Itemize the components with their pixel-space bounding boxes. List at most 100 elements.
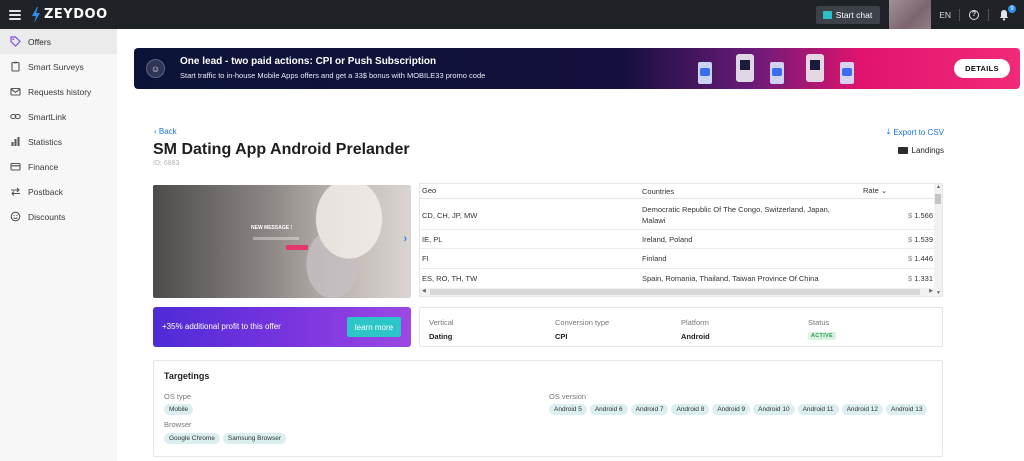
currency-symbol: $ [908, 274, 913, 283]
column-header-geo[interactable]: Geo [422, 186, 436, 195]
sidebar-item-smart-surveys[interactable]: Smart Surveys [0, 54, 117, 79]
sidebar-item-label: SmartLink [28, 111, 67, 122]
scroll-up-arrow[interactable]: ▲ [936, 184, 941, 190]
chip-os-version: Android 8 [671, 404, 710, 415]
chip-os-version: Android 5 [549, 404, 587, 415]
sidebar-item-finance[interactable]: Finance [0, 154, 117, 179]
smile-icon [10, 211, 21, 222]
chip-os-version: Android 13 [886, 404, 928, 415]
promo-banner[interactable]: ☺ One lead - two paid actions: CPI or Pu… [134, 48, 1020, 89]
link-icon [10, 111, 21, 122]
table-row: IE, PL Ireland, Poland $1.539 [420, 230, 935, 249]
export-csv-link[interactable]: ⤓ Export to CSV [887, 127, 944, 137]
swap-icon [10, 186, 21, 197]
sort-chevron-icon: ⌄ [880, 186, 888, 195]
os-version-label: OS version [549, 392, 587, 401]
os-type-label: OS type [164, 392, 192, 401]
divider [988, 8, 989, 21]
chip-os-version: Android 11 [797, 404, 839, 415]
rate-header-label: Rate [863, 186, 879, 195]
logo[interactable]: ZEYDOO [31, 6, 108, 23]
conversion-type-value: CPI [555, 332, 568, 341]
help-icon[interactable]: ? [969, 9, 979, 20]
chip-os-type: Mobile [164, 404, 194, 415]
cell-countries: Spain, Romania, Thailand, Taiwan Provinc… [642, 274, 819, 283]
browser-chips: Google Chrome Samsung Browser [164, 433, 286, 444]
chip-browser: Samsung Browser [222, 433, 286, 444]
banner-illustration [698, 54, 854, 84]
sidebar-item-label: Finance [28, 161, 59, 172]
conversion-type-field: Conversion type CPI [555, 318, 609, 341]
details-button[interactable]: DETAILS [954, 59, 1010, 78]
cell-rate: $1.446 [908, 254, 933, 263]
preview-message-line [253, 237, 299, 240]
sidebar-item-offers[interactable]: Offers [0, 29, 117, 54]
targetings-card: Targetings OS type Mobile Browser Google… [153, 360, 943, 457]
status-badge: ACTIVE [808, 332, 836, 340]
back-link[interactable]: ‹ Back [154, 127, 177, 136]
clipboard-icon [10, 61, 21, 72]
language-selector[interactable]: EN [939, 10, 951, 20]
avatar[interactable] [889, 0, 932, 29]
os-type-chips: Mobile [164, 404, 194, 415]
column-header-rate[interactable]: Rate ⌄ [863, 186, 887, 195]
sidebar-item-label: Offers [28, 36, 51, 47]
notifications-button[interactable]: 9 [998, 4, 1016, 21]
robot-icon: ☺ [146, 59, 165, 78]
sidebar-item-statistics[interactable]: Statistics [0, 129, 117, 154]
promo-text: +35% additional profit to this offer [162, 322, 281, 331]
scroll-left-arrow[interactable]: ◀ [422, 288, 426, 294]
rate-value: 1.539 [914, 235, 933, 244]
chip-os-version: Android 7 [630, 404, 669, 415]
profit-promo-card: +35% additional profit to this offer lea… [153, 307, 411, 347]
cell-rate: $1.539 [908, 235, 933, 244]
scroll-right-arrow[interactable]: ▶ [929, 288, 933, 294]
currency-symbol: $ [908, 254, 913, 263]
targetings-title: Targetings [164, 371, 210, 381]
landings-label: Landings [911, 146, 944, 155]
platform-value: Android [681, 332, 710, 341]
table-row: CD, CH, JP, MW Democratic Republic Of Th… [420, 200, 935, 230]
currency-symbol: $ [908, 211, 913, 220]
cell-countries: Ireland, Poland [642, 235, 693, 244]
vertical-scrollbar[interactable]: ▲ ▼ [934, 184, 942, 296]
scrollbar-thumb[interactable] [935, 194, 941, 204]
scrollbar-thumb[interactable] [430, 289, 920, 295]
next-slide-icon[interactable]: › [403, 233, 407, 245]
learn-more-button[interactable]: learn more [347, 317, 401, 337]
chip-os-version: Android 12 [841, 404, 884, 415]
table-header: Geo Countries Rate ⌄ [420, 184, 935, 199]
sidebar-item-label: Postback [28, 186, 63, 197]
vertical-label: Vertical [429, 318, 454, 327]
landings-button[interactable]: Landings [897, 146, 944, 155]
bolt-icon [32, 6, 40, 23]
banner-subtitle: Start traffic to in-house Mobile Apps of… [180, 71, 486, 80]
chat-icon [822, 10, 832, 19]
logo-text: ZEYDOO [44, 7, 108, 22]
top-bar: ZEYDOO Start chat EN ? 9 [0, 0, 1024, 29]
os-version-chips: Android 5 Android 6 Android 7 Android 8 … [549, 404, 928, 415]
rate-value: 1.566 [914, 211, 933, 220]
horizontal-scrollbar[interactable]: ◀ ▶ [420, 288, 935, 296]
back-label: Back [158, 127, 177, 136]
sidebar-item-requests-history[interactable]: Requests history [0, 79, 117, 104]
sidebar-item-label: Statistics [28, 136, 63, 147]
start-chat-button[interactable]: Start chat [815, 5, 881, 24]
scroll-down-arrow[interactable]: ▼ [936, 290, 941, 296]
sidebar-item-discounts[interactable]: Discounts [0, 204, 117, 229]
table-row: FI Finland $1.446 [420, 249, 935, 269]
vertical-field: Vertical Dating [429, 318, 454, 341]
table-row: ES, RO, TH, TW Spain, Romania, Thailand,… [420, 269, 935, 289]
export-label: Export to CSV [893, 127, 944, 137]
landing-preview-image[interactable]: NEW MESSAGE ! › [153, 185, 411, 298]
preview-photo [283, 185, 393, 298]
sidebar-item-postback[interactable]: Postback [0, 179, 117, 204]
currency-symbol: $ [908, 235, 913, 244]
menu-icon[interactable] [9, 9, 21, 20]
geo-rate-table: Geo Countries Rate ⌄ CD, CH, JP, MW Demo… [419, 183, 943, 297]
landing-page-icon [897, 147, 908, 154]
browser-label: Browser [164, 420, 192, 429]
column-header-countries[interactable]: Countries [642, 186, 852, 197]
notification-count-badge: 9 [1008, 4, 1016, 13]
sidebar-item-smartlink[interactable]: SmartLink [0, 104, 117, 129]
